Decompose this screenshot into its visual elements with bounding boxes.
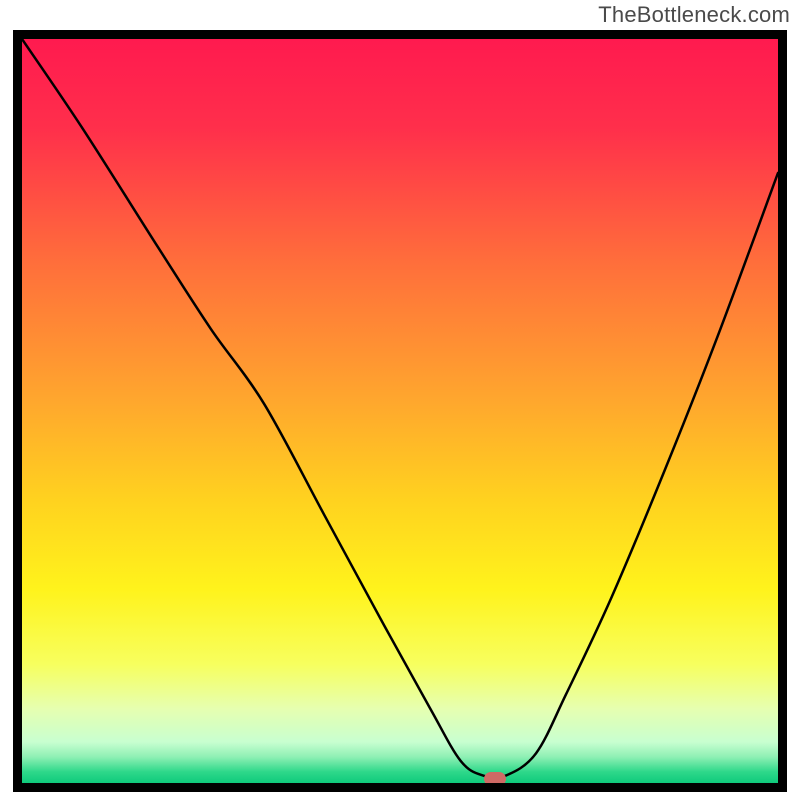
plot-area [22, 39, 778, 783]
watermark-text: TheBottleneck.com [598, 2, 790, 28]
minimum-marker [484, 772, 506, 783]
chart-stage: TheBottleneck.com [0, 0, 800, 800]
bottleneck-curve [22, 39, 778, 783]
curve-path [22, 39, 778, 778]
